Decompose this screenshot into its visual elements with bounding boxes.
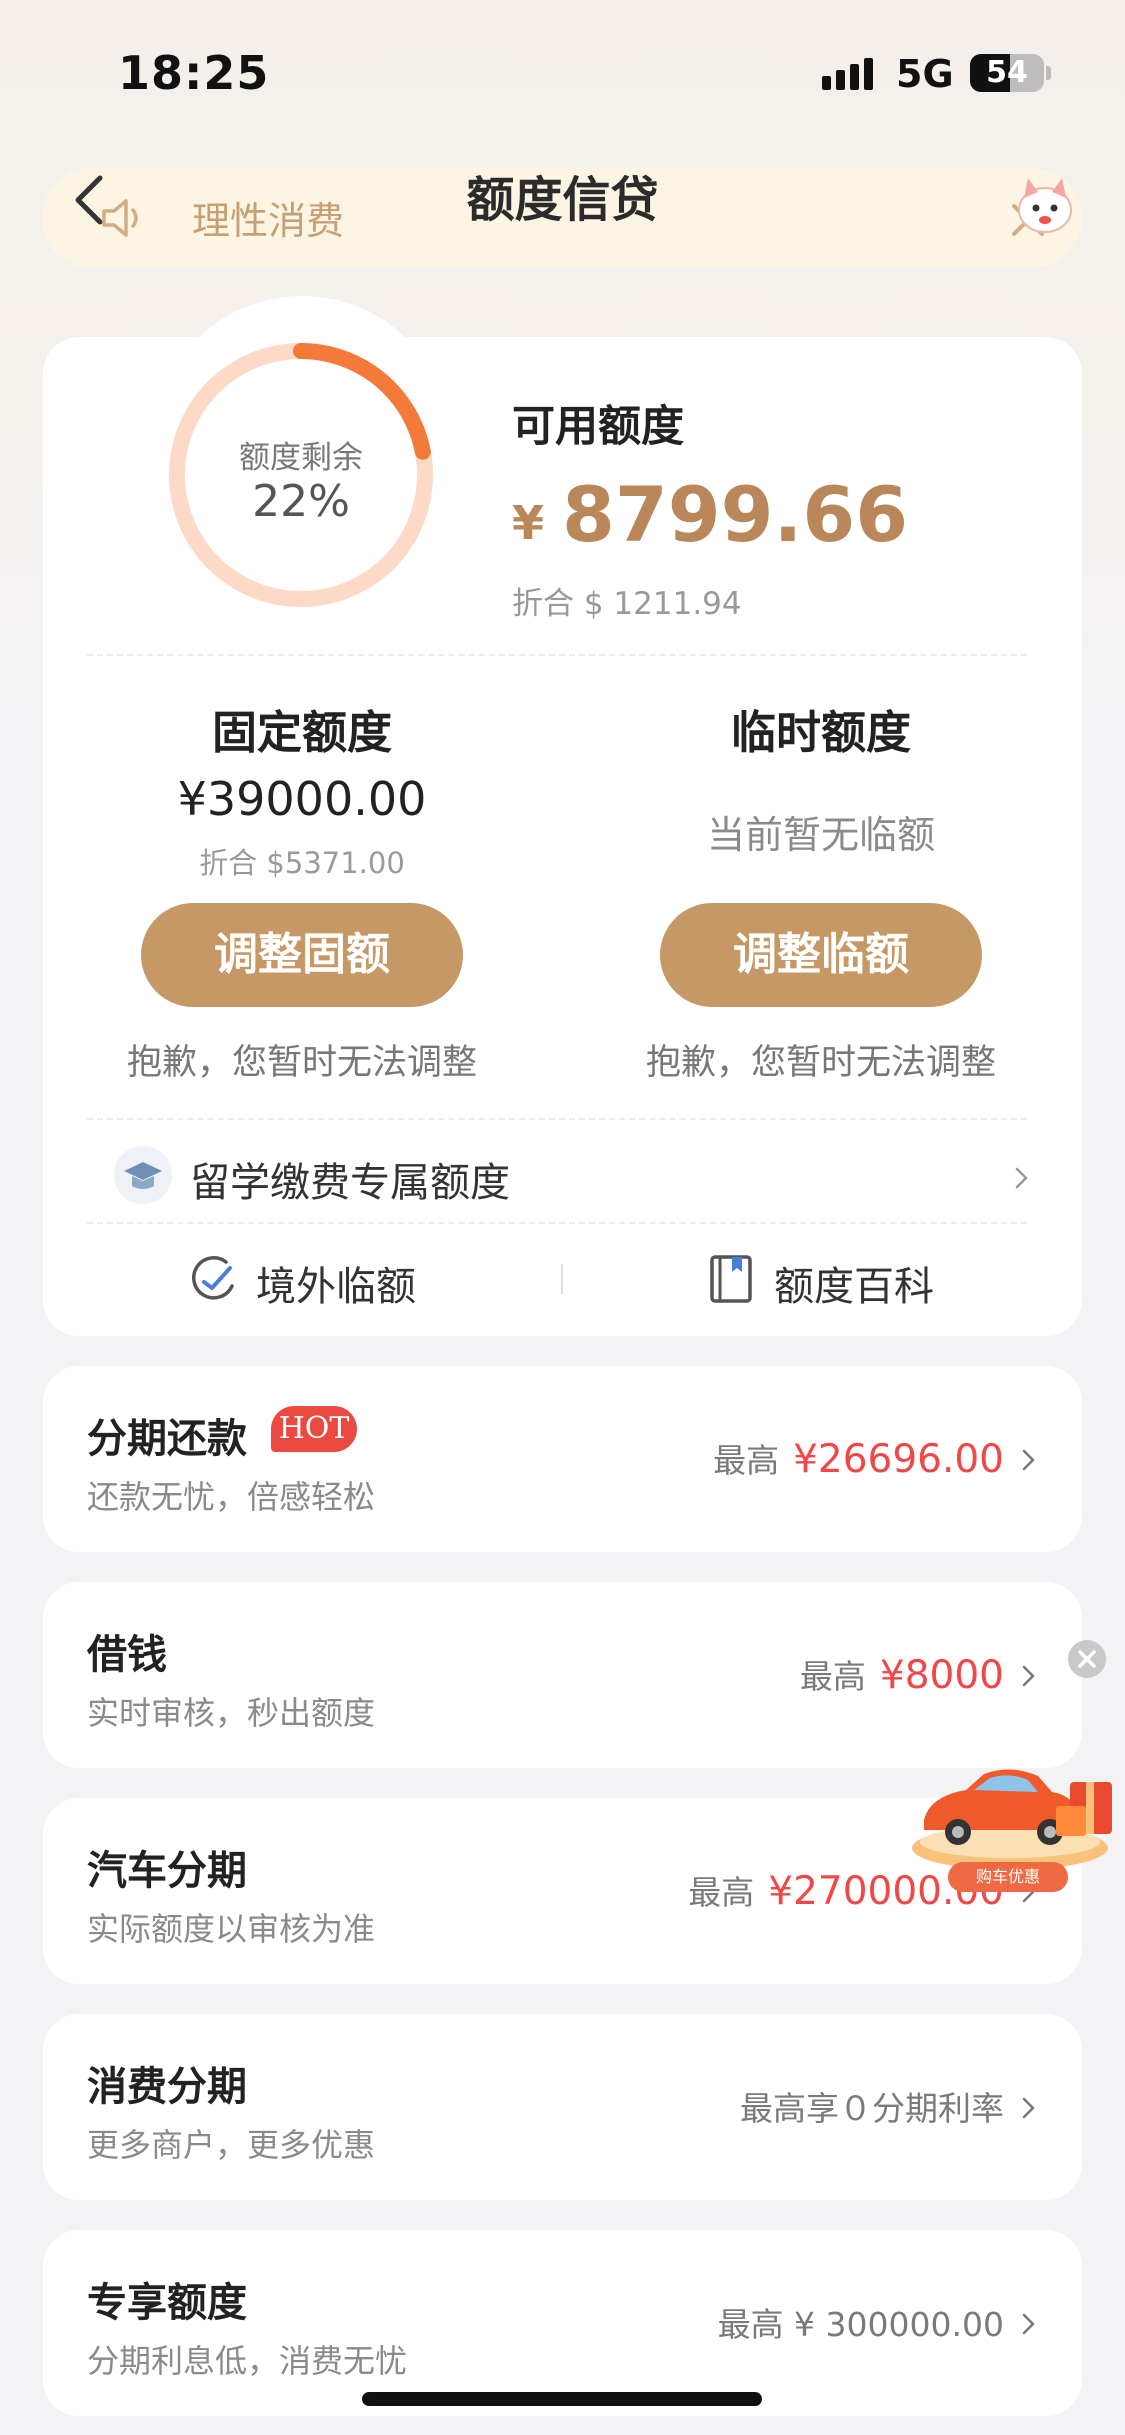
battery-tip xyxy=(1046,66,1051,80)
mascot-icon[interactable] xyxy=(1010,168,1080,238)
limit-prefix: 最高 ¥ 300000.00 xyxy=(717,2305,1004,2344)
page-title: 额度信贷 xyxy=(466,172,659,228)
hot-badge: HOT xyxy=(271,1406,357,1452)
study-abroad-label[interactable]: 留学缴费专属额度 xyxy=(190,1150,510,1208)
promo-label[interactable]: 购车优惠 xyxy=(948,1862,1068,1892)
product-title: 借钱 xyxy=(87,1632,167,1678)
product-subtitle: 实际额度以审核为准 xyxy=(87,1910,376,1948)
vertical-divider xyxy=(561,1264,563,1294)
product-card-exclusive-quota[interactable]: 专享额度 分期利息低，消费无忧 最高 ¥ 300000.00 xyxy=(43,2230,1082,2416)
available-converted: 折合 $ 1211.94 xyxy=(512,586,742,622)
home-indicator xyxy=(362,2392,762,2406)
fixed-quota-converted: 折合 $5371.00 xyxy=(199,846,405,880)
fixed-quota-note: 抱歉，您暂时无法调整 xyxy=(126,1043,477,1083)
product-limit: 最高享０分期利率 xyxy=(740,2082,1004,2130)
status-time: 18:25 xyxy=(118,46,270,100)
status-bar: 18:25 5G 54 xyxy=(0,0,1125,140)
divider xyxy=(87,1222,1027,1224)
available-amount: 8799.66 xyxy=(562,470,909,559)
product-title: 专享额度 xyxy=(87,2280,247,2326)
globe-plane-icon[interactable] xyxy=(186,1252,240,1306)
graduation-cap-icon xyxy=(114,1146,172,1204)
product-card-installment-repay[interactable]: 分期还款 HOT 还款无忧，倍感轻松 最高 ¥26696.00 xyxy=(43,1366,1082,1552)
product-title: 汽车分期 xyxy=(87,1848,247,1894)
divider xyxy=(87,1118,1027,1120)
limit-prefix: 最高 xyxy=(799,1657,866,1696)
product-title: 分期还款 xyxy=(87,1416,247,1462)
limit-prefix: 最高 xyxy=(688,1873,755,1912)
battery-percent: 54 xyxy=(986,55,1028,90)
chevron-right-icon xyxy=(1022,1449,1035,1471)
available-quota-label: 可用额度 xyxy=(512,402,684,452)
product-card-consumer-installment[interactable]: 消费分期 更多商户，更多优惠 最高享０分期利率 xyxy=(43,2014,1082,2200)
adjust-fixed-button[interactable]: 调整固额 xyxy=(141,903,463,1007)
available-currency: ¥ xyxy=(512,496,545,550)
product-limit: 最高 ¥ 300000.00 xyxy=(718,2298,1004,2346)
temp-quota-title: 临时额度 xyxy=(730,706,911,759)
chevron-right-icon xyxy=(1022,2097,1035,2119)
network-type: 5G xyxy=(896,52,954,96)
product-subtitle: 还款无忧，倍感轻松 xyxy=(87,1478,376,1516)
quota-encyclopedia-link[interactable]: 额度百科 xyxy=(774,1254,934,1312)
product-title: 消费分期 xyxy=(87,2064,247,2110)
chevron-right-icon xyxy=(1022,1665,1035,1687)
limit-amount: ¥26696.00 xyxy=(793,1437,1004,1482)
product-subtitle: 更多商户，更多优惠 xyxy=(87,2126,376,2164)
chevron-right-icon xyxy=(1022,2313,1035,2335)
chevron-right-icon[interactable] xyxy=(1010,1166,1034,1190)
signal-icon xyxy=(822,58,873,90)
overseas-quota-link[interactable]: 境外临额 xyxy=(256,1254,416,1312)
adjust-temp-button[interactable]: 调整临额 xyxy=(660,903,982,1007)
fixed-quota-amount: ¥39000.00 xyxy=(177,772,427,826)
divider xyxy=(87,654,1027,656)
remaining-label: 额度剩余 xyxy=(239,440,363,476)
promo-close-button[interactable] xyxy=(1068,1640,1106,1678)
remaining-percent: 22% xyxy=(252,476,350,527)
book-icon[interactable] xyxy=(704,1252,758,1306)
product-subtitle: 分期利息低，消费无忧 xyxy=(87,2342,408,2380)
product-limit: 最高 ¥8000 xyxy=(800,1650,1004,1698)
limit-amount: ¥8000 xyxy=(879,1653,1004,1698)
limit-prefix: 最高 xyxy=(713,1441,780,1480)
product-limit: 最高 ¥26696.00 xyxy=(713,1434,1004,1482)
product-subtitle: 实时审核，秒出额度 xyxy=(87,1694,376,1732)
temp-quota-status: 当前暂无临额 xyxy=(706,813,935,857)
fixed-quota-title: 固定额度 xyxy=(211,706,392,759)
temp-quota-note: 抱歉，您暂时无法调整 xyxy=(645,1043,996,1083)
limit-prefix: 最高享０分期利率 xyxy=(740,2089,1004,2128)
battery-icon: 54 xyxy=(970,54,1044,92)
